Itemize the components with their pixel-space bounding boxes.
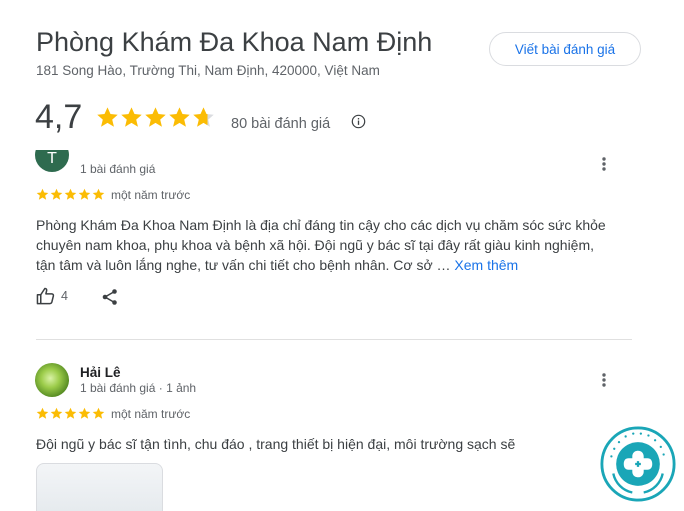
like-button[interactable]: 4	[36, 287, 68, 305]
reviewer-meta: 1 bài đánh giá	[80, 162, 156, 176]
like-count: 4	[61, 289, 68, 303]
star-icon	[50, 407, 63, 419]
star-icon	[97, 107, 118, 127]
review-text: Phòng Khám Đa Khoa Nam Định là địa chỉ đ…	[36, 215, 616, 275]
star-icon	[145, 107, 166, 127]
review-photo[interactable]	[36, 463, 163, 511]
review-stars	[36, 188, 105, 201]
average-rating-stars	[96, 106, 215, 129]
star-icon	[64, 407, 77, 419]
star-icon	[78, 188, 91, 200]
clinic-logo-icon	[600, 426, 676, 502]
avatar[interactable]: T	[35, 150, 69, 172]
star-icon	[92, 407, 105, 419]
star-icon	[92, 188, 105, 200]
star-icon	[50, 188, 63, 200]
share-icon[interactable]	[101, 288, 119, 306]
star-icon	[193, 107, 214, 127]
thumbs-up-icon	[36, 287, 55, 305]
reviewer-meta: 1 bài đánh giá · 1 ảnh	[80, 381, 197, 395]
review-time: một năm trước	[111, 407, 191, 421]
place-name: Phòng Khám Đa Khoa Nam Định	[36, 27, 433, 57]
reviewer-name[interactable]: Hải Lê	[80, 365, 121, 380]
star-icon	[36, 407, 49, 419]
review-stars	[36, 407, 105, 420]
star-icon	[78, 407, 91, 419]
review-divider	[36, 339, 632, 340]
star-icon	[169, 107, 190, 127]
star-icon	[36, 188, 49, 200]
place-address: 181 Song Hào, Trường Thi, Nam Định, 4200…	[36, 63, 380, 78]
write-review-button[interactable]: Viết bài đánh giá	[489, 32, 641, 66]
review-text: Đội ngũ y bác sĩ tận tình, chu đáo , tra…	[36, 436, 516, 452]
avatar[interactable]	[35, 363, 69, 397]
star-icon	[121, 107, 142, 127]
review-body: Phòng Khám Đa Khoa Nam Định là địa chỉ đ…	[36, 217, 606, 273]
review-time: một năm trước	[111, 188, 191, 202]
star-icon	[64, 188, 77, 200]
reviews-list[interactable]: T 1 bài đánh giá một năm trước Phòng Khá…	[0, 150, 684, 511]
average-rating: 4,7	[35, 98, 83, 136]
avatar-initial: T	[47, 150, 57, 167]
more-options-icon[interactable]	[594, 152, 614, 176]
place-header: Phòng Khám Đa Khoa Nam Định 181 Song Hào…	[0, 0, 684, 150]
review-count: 80 bài đánh giá	[231, 116, 331, 132]
read-more-link[interactable]: Xem thêm	[454, 257, 518, 273]
more-options-icon[interactable]	[594, 368, 614, 392]
info-icon[interactable]	[351, 114, 366, 129]
